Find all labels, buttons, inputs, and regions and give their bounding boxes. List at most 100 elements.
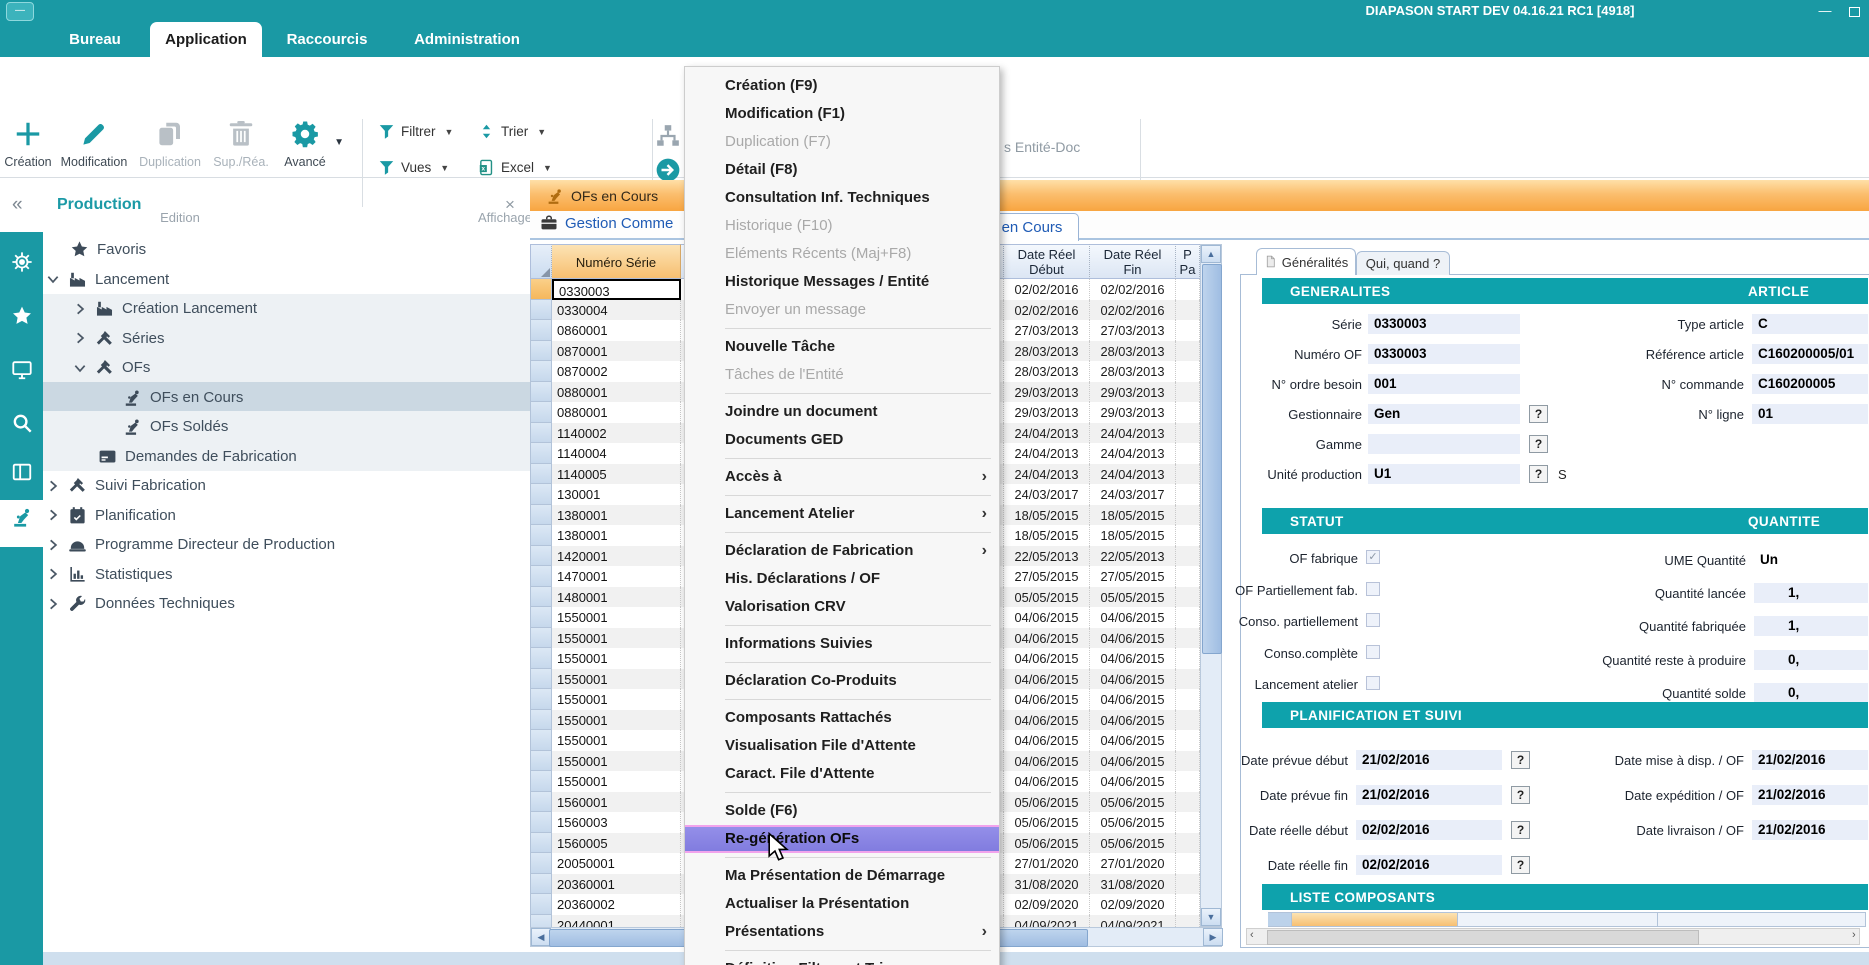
cell-date-reel-debut[interactable]: 02/09/2020 [1004, 894, 1090, 915]
dropdown-caret-icon[interactable]: ▼ [334, 137, 344, 148]
cell-date-reel-fin[interactable]: 04/06/2015 [1090, 730, 1176, 751]
menu-item-d-finition-filtres-et-tris[interactable]: Définition Filtres et Tris [685, 955, 999, 965]
chevron-right-icon[interactable] [46, 597, 60, 611]
view-tab-ofs-en-cours[interactable]: OFs en Cours [538, 181, 688, 210]
row-selector-cell[interactable] [530, 915, 552, 928]
dropdown-caret-icon[interactable]: ▼ [543, 163, 552, 173]
cell-numero-serie[interactable]: 1470001 [552, 566, 681, 587]
cell-date-reel-debut[interactable]: 18/05/2015 [1004, 525, 1090, 546]
help-button[interactable]: ? [1511, 821, 1530, 839]
row-selector-cell[interactable] [530, 669, 552, 690]
panel-tab-g-n-ralit-s[interactable]: Généralités [1256, 248, 1356, 275]
cell-numero-serie[interactable]: 1550001 [552, 648, 681, 669]
sidebar-item-ofs-sold-s[interactable]: OFs Soldés [123, 412, 228, 442]
cell-date-reel-debut[interactable]: 24/04/2013 [1004, 464, 1090, 485]
cell-numero-serie[interactable]: 1550001 [552, 669, 681, 690]
cell-date-reel-debut[interactable]: 28/03/2013 [1004, 361, 1090, 382]
cell-date-reel-fin[interactable]: 28/03/2013 [1090, 361, 1176, 382]
cell-numero-serie[interactable]: 1560001 [552, 792, 681, 813]
dropdown-caret-icon[interactable]: ▼ [440, 163, 449, 173]
cell-date-reel-debut[interactable]: 02/02/2016 [1004, 300, 1090, 321]
dropdown-caret-icon[interactable]: ▼ [445, 127, 454, 137]
menu-item-informations-suivies[interactable]: Informations Suivies [685, 630, 999, 658]
cell-date-reel-fin[interactable]: 18/05/2015 [1090, 505, 1176, 526]
cell-partial-column[interactable] [1176, 730, 1200, 751]
cell-date-reel-fin[interactable]: 27/05/2015 [1090, 566, 1176, 587]
column-header-date-reel-fin[interactable]: Date RéelFin [1090, 244, 1176, 279]
chevron-down-icon[interactable] [73, 361, 87, 375]
row-selector-cell[interactable] [530, 894, 552, 915]
cell-date-reel-debut[interactable]: 04/06/2015 [1004, 628, 1090, 649]
cell-date-reel-debut[interactable]: 02/02/2016 [1004, 279, 1090, 300]
chevron-right-icon[interactable] [46, 508, 60, 522]
cell-date-reel-debut[interactable]: 29/03/2013 [1004, 382, 1090, 403]
field-value-quantit-lanc-e[interactable]: 1, [1754, 583, 1868, 603]
cell-date-reel-debut[interactable]: 04/09/2021 [1004, 915, 1090, 928]
menu-item-joindre-un-document[interactable]: Joindre un document [685, 398, 999, 426]
org-chart-icon[interactable] [655, 123, 681, 149]
avanc-button[interactable]: Avancé▼ [274, 111, 336, 169]
cell-numero-serie[interactable]: 0860001 [552, 320, 681, 341]
cell-date-reel-debut[interactable]: 05/06/2015 [1004, 812, 1090, 833]
row-selector-cell[interactable] [530, 279, 552, 300]
menu-item-re-g-n-ration-ofs[interactable]: Re-génération OFs [685, 825, 999, 853]
help-button[interactable]: ? [1529, 435, 1548, 453]
sup-r-a-button[interactable]: Sup./Réa. [208, 111, 274, 169]
menu-item-documents-ged[interactable]: Documents GED [685, 426, 999, 454]
row-selector-cell[interactable] [530, 771, 552, 792]
row-selector-cell[interactable] [530, 423, 552, 444]
sidebar-item-donn-es-techniques[interactable]: Données Techniques [46, 589, 235, 619]
cell-date-reel-fin[interactable]: 18/05/2015 [1090, 525, 1176, 546]
menu-item-historique-messages-entit[interactable]: Historique Messages / Entité [685, 268, 999, 296]
cell-partial-column[interactable] [1176, 525, 1200, 546]
cell-date-reel-debut[interactable]: 05/05/2015 [1004, 587, 1090, 608]
row-selector-cell[interactable] [530, 833, 552, 854]
menu-item-cr-ation-f9[interactable]: Création (F9) [685, 72, 999, 100]
menu-item-consultation-inf-techniques[interactable]: Consultation Inf. Techniques [685, 184, 999, 212]
row-selector-cell[interactable] [530, 607, 552, 628]
cell-numero-serie[interactable]: 1550001 [552, 730, 681, 751]
cell-partial-column[interactable] [1176, 894, 1200, 915]
cell-date-reel-debut[interactable]: 24/03/2017 [1004, 484, 1090, 505]
cell-date-reel-fin[interactable]: 31/08/2020 [1090, 874, 1176, 895]
rail-item-monitor-icon[interactable] [0, 353, 43, 397]
cell-numero-serie[interactable]: 1550001 [552, 710, 681, 731]
menu-item-solde-f6[interactable]: Solde (F6) [685, 797, 999, 825]
excel-dropdown[interactable]: xExcel▼ [478, 159, 552, 176]
filtrer-dropdown[interactable]: Filtrer▼ [378, 123, 453, 140]
cell-date-reel-fin[interactable]: 24/03/2017 [1090, 484, 1176, 505]
checkbox-conso-compl-te[interactable] [1366, 645, 1380, 659]
row-selector-cell[interactable] [530, 792, 552, 813]
checkbox-conso-partiellement[interactable] [1366, 613, 1380, 627]
sidebar-item-cr-ation-lancement[interactable]: Création Lancement [73, 294, 257, 324]
cell-date-reel-debut[interactable]: 04/06/2015 [1004, 730, 1090, 751]
cell-date-reel-debut[interactable]: 04/06/2015 [1004, 771, 1090, 792]
cell-numero-serie[interactable]: 20360001 [552, 874, 681, 895]
cell-date-reel-debut[interactable]: 04/06/2015 [1004, 669, 1090, 690]
cell-date-reel-fin[interactable]: 04/06/2015 [1090, 628, 1176, 649]
field-value-num-ro-of[interactable]: 0330003 [1368, 344, 1520, 364]
panel-tab-qui-quand[interactable]: Qui, quand ? [1356, 251, 1450, 275]
app-icon[interactable]: — [6, 2, 34, 21]
menu-item-ma-pr-sentation-de-d-marrage[interactable]: Ma Présentation de Démarrage [685, 862, 999, 890]
cell-numero-serie[interactable]: 1550001 [552, 771, 681, 792]
scroll-up-icon[interactable]: ▲ [1201, 245, 1221, 263]
cell-partial-column[interactable] [1176, 689, 1200, 710]
cell-numero-serie[interactable]: 0870002 [552, 361, 681, 382]
row-selector-cell[interactable] [530, 587, 552, 608]
cell-date-reel-fin[interactable]: 24/04/2013 [1090, 423, 1176, 444]
row-selector-cell[interactable] [530, 505, 552, 526]
cell-date-reel-fin[interactable]: 04/09/2021 [1090, 915, 1176, 928]
panel-scroll-right-icon[interactable]: › [1852, 929, 1856, 941]
checkbox-lancement-atelier[interactable] [1366, 676, 1380, 690]
cell-date-reel-fin[interactable]: 05/06/2015 [1090, 812, 1176, 833]
cell-date-reel-debut[interactable]: 22/05/2013 [1004, 546, 1090, 567]
menu-item-nouvelle-t-che[interactable]: Nouvelle Tâche [685, 333, 999, 361]
field-value-n-ordre-besoin[interactable]: 001 [1368, 374, 1520, 394]
menu-item-d-tail-f8[interactable]: Détail (F8) [685, 156, 999, 184]
cell-date-reel-debut[interactable]: 04/06/2015 [1004, 607, 1090, 628]
row-selector-cell[interactable] [530, 300, 552, 321]
cell-date-reel-debut[interactable]: 24/04/2013 [1004, 423, 1090, 444]
sidebar-item-s-ries[interactable]: Séries [73, 324, 165, 354]
cell-date-reel-fin[interactable]: 29/03/2013 [1090, 382, 1176, 403]
